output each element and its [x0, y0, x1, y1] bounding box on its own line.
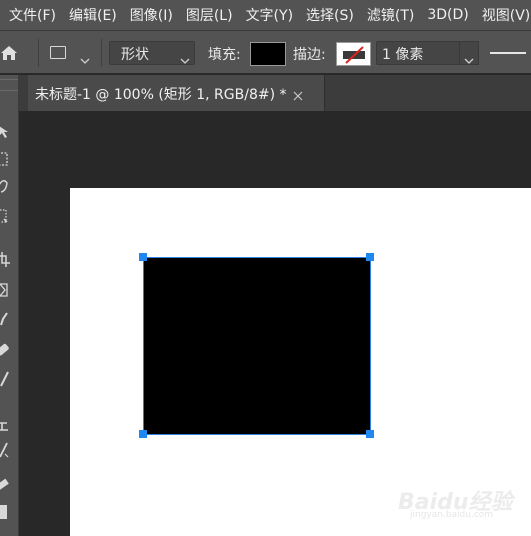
tool-mode-value: 形状	[121, 47, 149, 63]
quick-select-tool-icon[interactable]	[0, 207, 18, 225]
separator	[38, 39, 39, 67]
menu-filter[interactable]: 滤镜(T)	[360, 5, 420, 25]
close-icon[interactable]	[292, 87, 304, 101]
eraser-tool-icon[interactable]	[0, 475, 18, 493]
menu-type[interactable]: 文字(Y)	[239, 5, 299, 25]
menu-file[interactable]: 文件(F)	[0, 5, 62, 25]
healing-brush-tool-icon[interactable]	[0, 341, 18, 359]
stroke-width-dropdown[interactable]	[459, 41, 479, 65]
fill-color-swatch[interactable]	[250, 42, 286, 66]
chevron-down-icon[interactable]	[80, 50, 90, 64]
options-bar: 形状 填充: 描边: 1 像素	[0, 30, 531, 74]
history-brush-tool-icon[interactable]	[0, 441, 18, 459]
menu-edit[interactable]: 编辑(E)	[62, 5, 123, 25]
transform-handle-top-right[interactable]	[366, 253, 374, 261]
stroke-color-swatch[interactable]	[336, 42, 371, 66]
transform-handle-bottom-right[interactable]	[366, 430, 374, 438]
rectangle-shape-icon[interactable]	[48, 43, 68, 63]
stroke-width-value: 1 像素	[382, 47, 424, 63]
rectangle-shape-layer[interactable]	[143, 257, 371, 435]
tools-panel	[0, 75, 19, 536]
frame-tool-icon[interactable]	[0, 281, 18, 299]
separator	[101, 39, 102, 67]
gradient-tool-icon[interactable]	[0, 503, 18, 521]
fill-label: 填充:	[208, 47, 241, 63]
home-icon[interactable]	[0, 40, 22, 66]
chevron-down-icon	[464, 50, 474, 64]
watermark: Baidu经验 jingyan.baidu.com	[398, 484, 528, 530]
crop-tool-icon[interactable]	[0, 251, 18, 269]
move-tool-icon[interactable]	[0, 123, 18, 141]
chevron-down-icon	[180, 50, 190, 64]
clone-stamp-tool-icon[interactable]	[0, 417, 18, 435]
transform-handle-bottom-left[interactable]	[139, 430, 147, 438]
stroke-width-input[interactable]: 1 像素	[376, 41, 460, 65]
transform-handle-top-left[interactable]	[139, 253, 147, 261]
canvas-workspace[interactable]	[19, 111, 531, 536]
menu-select[interactable]: 选择(S)	[299, 5, 360, 25]
menu-3d[interactable]: 3D(D)	[420, 7, 474, 23]
marquee-tool-icon[interactable]	[0, 150, 18, 168]
menu-image[interactable]: 图像(I)	[123, 5, 179, 25]
eyedropper-tool-icon[interactable]	[0, 311, 18, 329]
panel-grip[interactable]	[0, 79, 18, 91]
watermark-subtext: jingyan.baidu.com	[410, 510, 494, 520]
stroke-label: 描边:	[293, 47, 326, 63]
document-tab-title: 未标题-1 @ 100% (矩形 1, RGB/8#) *	[35, 87, 287, 103]
lasso-tool-icon[interactable]	[0, 177, 18, 195]
document-tabs: 未标题-1 @ 100% (矩形 1, RGB/8#) *	[19, 75, 531, 111]
document-tab[interactable]: 未标题-1 @ 100% (矩形 1, RGB/8#) *	[28, 75, 325, 111]
solid-line-icon[interactable]	[486, 43, 531, 63]
menu-layer[interactable]: 图层(L)	[179, 5, 239, 25]
menu-view[interactable]: 视图(V)	[475, 5, 531, 25]
tool-mode-select[interactable]: 形状	[109, 41, 195, 65]
brush-tool-icon[interactable]	[0, 371, 18, 389]
menu-bar: 文件(F) 编辑(E) 图像(I) 图层(L) 文字(Y) 选择(S) 滤镜(T…	[0, 0, 531, 30]
